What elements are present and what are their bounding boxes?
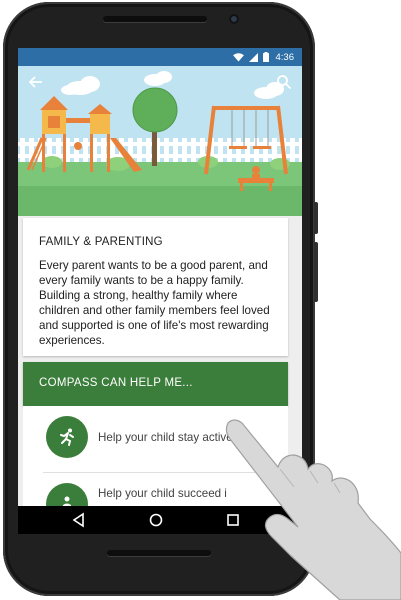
navigation-bar	[18, 506, 302, 534]
home-circle-icon[interactable]	[148, 512, 164, 528]
volume-button	[314, 242, 318, 302]
screen: 4:36 FAMILY & PARENTING Every parent wan…	[18, 48, 302, 534]
bottom-speaker	[107, 550, 211, 556]
running-icon	[60, 428, 74, 446]
phone-frame: 4:36 FAMILY & PARENTING Every parent wan…	[3, 2, 318, 596]
recents-square-icon[interactable]	[225, 512, 241, 528]
top-speaker	[103, 16, 207, 22]
help-item-stay-active[interactable]: Help your child stay active	[23, 406, 288, 473]
card-body: Every parent wants to be a good parent, …	[39, 259, 270, 347]
help-item-label: Help your child stay active	[98, 431, 233, 444]
running-icon-circle	[46, 416, 88, 458]
wifi-icon	[232, 52, 244, 62]
playground-illustration	[18, 66, 302, 216]
family-card: FAMILY & PARENTING Every parent wants to…	[23, 218, 288, 356]
power-button	[314, 202, 318, 234]
help-section-header: COMPASS CAN HELP ME...	[23, 362, 288, 406]
help-item-label: Help your child succeed i	[98, 487, 227, 500]
battery-icon	[262, 52, 269, 62]
card-title: FAMILY & PARENTING	[39, 236, 163, 248]
search-icon[interactable]	[276, 74, 292, 90]
back-arrow-icon[interactable]	[28, 74, 44, 90]
status-time: 4:36	[275, 51, 295, 63]
back-triangle-icon[interactable]	[71, 512, 87, 528]
signal-icon	[248, 52, 258, 62]
hero-illustration	[18, 66, 302, 216]
status-bar: 4:36	[18, 48, 302, 66]
front-camera	[229, 14, 239, 24]
